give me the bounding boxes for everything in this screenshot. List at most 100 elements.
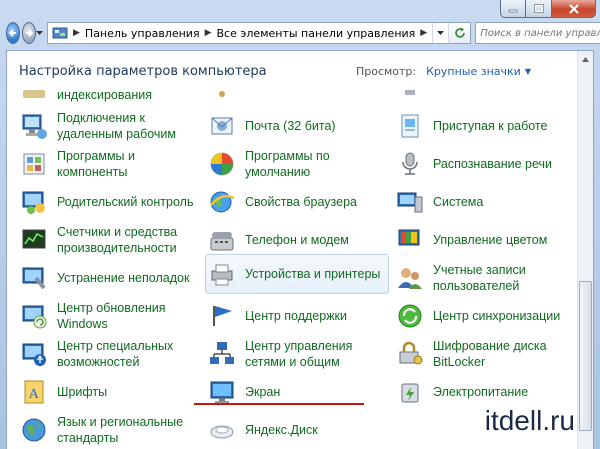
- item-default-programs[interactable]: Программы по умолчанию: [207, 145, 355, 183]
- item-label: Счетчики и средства производительности: [57, 225, 178, 255]
- chevron-down-icon: [36, 30, 43, 35]
- system-icon: [395, 187, 425, 217]
- item-indexing[interactable]: индексирования: [19, 83, 152, 107]
- view-by-label: Просмотр:: [355, 64, 417, 78]
- item-label: Центр поддержки: [245, 309, 348, 323]
- item-label: Язык и региональные стандарты: [57, 415, 184, 445]
- scroll-thumb[interactable]: [579, 281, 592, 431]
- items-grid: индексирования Подключения к удаленным р…: [7, 87, 577, 449]
- minimize-icon: [508, 9, 518, 12]
- user-accounts-icon: [395, 263, 425, 293]
- item-top-col3: [395, 83, 425, 107]
- search-box[interactable]: [475, 22, 600, 44]
- chevron-down-icon[interactable]: ▼: [525, 67, 531, 76]
- power-options-icon: [395, 377, 425, 407]
- parental-controls-icon: [19, 187, 49, 217]
- refresh-icon: [454, 27, 465, 38]
- maximize-button[interactable]: [526, 0, 552, 18]
- item-label: Распознавание речи: [433, 157, 553, 171]
- item-troubleshooting[interactable]: Устранение неполадок: [19, 259, 189, 297]
- breadcrumb-separator[interactable]: ▶: [73, 28, 80, 38]
- getting-started-icon: [395, 111, 425, 141]
- watermark: itdell.ru: [484, 405, 575, 436]
- refresh-button[interactable]: [448, 23, 471, 43]
- item-label: Программы по умолчанию: [245, 149, 330, 179]
- window-caption-buttons: [500, 0, 596, 18]
- chevron-down-icon: [437, 30, 445, 35]
- item-label: Телефон и модем: [245, 233, 349, 247]
- speech-recognition-icon: [395, 149, 425, 179]
- chevron-up-icon: [582, 56, 589, 62]
- item-label: Устранение неполадок: [57, 271, 190, 285]
- forward-button[interactable]: [22, 22, 36, 44]
- breadcrumb-separator[interactable]: ▶: [420, 28, 427, 38]
- highlight-underline: [194, 403, 364, 405]
- content-pane: Настройка параметров компьютера Просмотр…: [6, 50, 594, 449]
- item-fonts[interactable]: A Шрифты: [19, 373, 107, 411]
- item-remote-desktop[interactable]: Подключения к удаленным рабочим: [19, 107, 197, 145]
- item-speech-recognition[interactable]: Распознавание речи: [395, 145, 552, 183]
- partial-icon: [395, 80, 425, 110]
- address-bar[interactable]: ▶ Панель управления ▶ Все элементы панел…: [47, 22, 472, 44]
- partial-icon: [207, 80, 237, 110]
- minimize-button[interactable]: [500, 0, 526, 18]
- item-label: Почта (32 бита): [245, 119, 336, 133]
- item-mail[interactable]: Почта (32 бита): [207, 107, 336, 145]
- vertical-scrollbar[interactable]: [577, 51, 593, 449]
- navigation-bar: ▶ Панель управления ▶ Все элементы панел…: [6, 20, 600, 46]
- breadcrumb-control-panel[interactable]: Панель управления: [85, 27, 200, 40]
- color-management-icon: [395, 225, 425, 255]
- item-label: Родительский контроль: [57, 195, 194, 209]
- item-label: Программы и компоненты: [57, 149, 135, 179]
- item-label: Центр обновления Windows: [57, 301, 166, 331]
- close-button[interactable]: [552, 0, 596, 18]
- fonts-icon: A: [19, 377, 49, 407]
- item-label: Устройства и принтеры: [245, 267, 381, 281]
- item-label: Приступая к работе: [433, 119, 548, 133]
- item-region-language[interactable]: Язык и региональные стандарты: [19, 411, 187, 449]
- action-center-icon: [207, 301, 237, 331]
- item-color-management[interactable]: Управление цветом: [395, 221, 547, 259]
- item-display[interactable]: Экран: [207, 373, 280, 411]
- scroll-up-button[interactable]: [578, 51, 593, 67]
- remote-desktop-icon: [19, 111, 49, 141]
- breadcrumb-all-items[interactable]: Все элементы панели управления: [217, 27, 416, 40]
- item-devices-printers[interactable]: Устройства и принтеры: [205, 254, 389, 294]
- item-ease-of-access[interactable]: Центр специальных возможностей: [19, 335, 177, 373]
- item-label: Центр специальных возможностей: [57, 339, 174, 369]
- item-user-accounts[interactable]: Учетные записи пользователей: [395, 259, 553, 297]
- item-label: Подключения к удаленным рабочим: [57, 111, 177, 141]
- arrow-left-icon: [8, 29, 16, 37]
- search-input[interactable]: [480, 27, 600, 39]
- view-by-dropdown[interactable]: Крупные значки: [426, 65, 521, 78]
- breadcrumb-separator[interactable]: ▶: [205, 28, 212, 38]
- item-programs-features[interactable]: Программы и компоненты: [19, 145, 177, 183]
- item-performance[interactable]: Счетчики и средства производительности: [19, 221, 207, 259]
- address-history-button[interactable]: [432, 23, 448, 43]
- back-button[interactable]: [6, 22, 20, 44]
- default-programs-icon: [207, 149, 237, 179]
- item-internet-options[interactable]: Свойства браузера: [207, 183, 357, 221]
- svg-text:A: A: [28, 387, 39, 402]
- item-getting-started[interactable]: Приступая к работе: [395, 107, 547, 145]
- item-sync-center[interactable]: Центр синхронизации: [395, 297, 560, 335]
- item-label: Система: [433, 195, 484, 209]
- control-panel-icon: [52, 27, 68, 39]
- item-windows-update[interactable]: Центр обновления Windows: [19, 297, 177, 335]
- yandex-disk-icon: [207, 415, 237, 445]
- item-parental-controls[interactable]: Родительский контроль: [19, 183, 193, 221]
- item-top-col2: [207, 83, 237, 107]
- control-panel-window: ▶ Панель управления ▶ Все элементы панел…: [0, 0, 600, 449]
- internet-options-icon: [207, 187, 237, 217]
- item-bitlocker[interactable]: Шифрование диска BitLocker: [395, 335, 563, 373]
- item-label: Шифрование диска BitLocker: [433, 339, 547, 369]
- recent-pages-button[interactable]: [36, 22, 43, 44]
- item-network-center[interactable]: Центр управления сетями и общим: [207, 335, 365, 373]
- item-label: Яндекс.Диск: [245, 423, 318, 437]
- troubleshooting-icon: [19, 263, 49, 293]
- item-system[interactable]: Система: [395, 183, 483, 221]
- phone-modem-icon: [207, 225, 237, 255]
- ease-of-access-icon: [19, 339, 49, 369]
- item-yandex-disk[interactable]: Яндекс.Диск: [207, 411, 318, 449]
- item-action-center[interactable]: Центр поддержки: [207, 297, 347, 335]
